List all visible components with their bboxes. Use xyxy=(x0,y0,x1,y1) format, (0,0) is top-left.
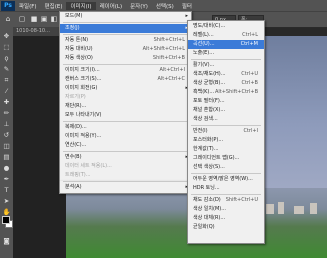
quick-mask-icon[interactable]: ◙ xyxy=(2,237,11,246)
history-brush-tool-icon[interactable]: ↺ xyxy=(2,131,11,140)
eyedropper-tool-icon[interactable]: ⁄ xyxy=(2,87,11,96)
submenu-item-threshold[interactable]: 한계값(T)... xyxy=(188,145,264,154)
menu-item-apply-image[interactable]: 이미지 적용(Y)... xyxy=(60,132,191,141)
menu-item-analysis[interactable]: 분석(A)▸ xyxy=(60,183,191,192)
gradient-tool-icon[interactable]: ▤ xyxy=(2,153,11,162)
image-menu-bottom: 분석(A)▸ xyxy=(59,181,192,194)
path-select-tool-icon[interactable]: ➤ xyxy=(2,197,11,206)
submenu-item-shadows-highlights[interactable]: 어두운 영역/밝은 영역(W)... xyxy=(188,175,264,184)
submenu-item-match-color[interactable]: 색상 일치(M)... xyxy=(188,205,264,214)
move-tool-icon[interactable]: ✥ xyxy=(2,32,11,41)
submenu-item-hdr-toning[interactable]: HDR 토닝... xyxy=(188,184,264,193)
submenu-item-selective-color[interactable]: 선택 색상(S)... xyxy=(188,163,264,172)
menu-item-trap[interactable]: 트래핑(T)... xyxy=(60,171,191,180)
submenu-item-color-lookup[interactable]: 색상 검색... xyxy=(188,115,264,124)
menu-item-image-size[interactable]: 이미지 크기(I)... Alt+Ctrl+I xyxy=(60,66,191,75)
adjustments-submenu: 명도/대비(C)... 레벨(L)... Ctrl+L 곡선(U)... Ctrl+… xyxy=(187,20,265,244)
eraser-tool-icon[interactable]: ◫ xyxy=(2,142,11,151)
submenu-item-color-balance[interactable]: 색상 균형(B)... Ctrl+B xyxy=(188,79,264,88)
type-tool-icon[interactable]: T xyxy=(2,186,11,195)
submenu-item-brightness-contrast[interactable]: 명도/대비(C)... xyxy=(188,22,264,31)
tools-panel: ✥ ⬚ ϙ ✎ ⌗ ⁄ ✚ ✏ ⊥ ↺ ◫ ▤ ● ✒ T ➤ ✋ ◙ xyxy=(0,27,13,258)
menu-item-crop[interactable]: 자르기(P) xyxy=(60,93,191,102)
submenu-item-gradient-map[interactable]: 그레이디언트 맵(G)... xyxy=(188,154,264,163)
menu-item-auto-contrast[interactable]: 자동 대비(U) Alt+Shift+Ctrl+L xyxy=(60,45,191,54)
menu-item-apply-data-set[interactable]: 데이터 세트 적용(L)... xyxy=(60,162,191,171)
submenu-item-exposure[interactable]: 노출(E)... xyxy=(188,49,264,58)
menu-item-auto-color[interactable]: 자동 색상(O) Shift+Ctrl+B xyxy=(60,54,191,63)
menu-item-auto-tone[interactable]: 자동 톤(N) Shift+Ctrl+L xyxy=(60,36,191,45)
blur-tool-icon[interactable]: ● xyxy=(2,164,11,173)
menu-item-trim[interactable]: 재단(R)... xyxy=(60,102,191,111)
foreground-color-swatch[interactable] xyxy=(2,216,10,224)
marquee-icon[interactable]: ▢ xyxy=(18,15,26,23)
submenu-item-desaturate[interactable]: 채도 감소(D) Shift+Ctrl+U xyxy=(188,196,264,205)
submenu-item-black-white[interactable]: 흑백(K)... Alt+Shift+Ctrl+B xyxy=(188,88,264,97)
menu-item-adjustments[interactable]: 조정(J)▸ xyxy=(60,24,191,33)
stamp-tool-icon[interactable]: ⊥ xyxy=(2,120,11,129)
menu-item-canvas-size[interactable]: 캔버스 크기(S)... Alt+Ctrl+C xyxy=(60,75,191,84)
brush-tool-icon[interactable]: ✏ xyxy=(2,109,11,118)
menu-file[interactable]: 파일(F) xyxy=(15,2,41,10)
menu-item-calculations[interactable]: 연산(C)... xyxy=(60,141,191,150)
menu-type[interactable]: 문자(Y) xyxy=(126,2,152,10)
submenu-item-invert[interactable]: 반전(I) Ctrl+I xyxy=(188,127,264,136)
photoshop-logo: Ps xyxy=(1,0,15,11)
menu-item-duplicate[interactable]: 복제(D)... xyxy=(60,123,191,132)
menu-item-image-rotation[interactable]: 이미지 회전(G)▸ xyxy=(60,84,191,93)
menu-edit[interactable]: 편집(E) xyxy=(41,2,67,10)
quick-select-tool-icon[interactable]: ✎ xyxy=(2,65,11,74)
pen-tool-icon[interactable]: ✒ xyxy=(2,175,11,184)
menu-select[interactable]: 선택(S) xyxy=(152,2,178,10)
menu-item-reveal-all[interactable]: 모두 나타내기(V) xyxy=(60,111,191,120)
submenu-item-vibrance[interactable]: 활기(V)... xyxy=(188,61,264,70)
submenu-item-equalize[interactable]: 균일화(Q) xyxy=(188,223,264,232)
submenu-item-photo-filter[interactable]: 포토 필터(F)... xyxy=(188,97,264,106)
submenu-item-replace-color[interactable]: 색상 대체(R)... xyxy=(188,214,264,223)
new-selection-icon[interactable]: ■ xyxy=(30,15,38,23)
lasso-tool-icon[interactable]: ϙ xyxy=(2,54,11,63)
menu-item-mode[interactable]: 모드(M) ▸ xyxy=(60,12,191,21)
subtract-selection-icon[interactable]: ◧ xyxy=(50,15,58,23)
menu-bar: Ps 파일(F) 편집(E) 이미지(I) 레이어(L) 문자(Y) 선택(S)… xyxy=(0,0,327,11)
submenu-item-levels[interactable]: 레벨(L)... Ctrl+L xyxy=(188,31,264,40)
add-selection-icon[interactable]: ▣ xyxy=(40,15,48,23)
home-icon[interactable]: ⌂ xyxy=(4,15,12,23)
menu-layer[interactable]: 레이어(L) xyxy=(96,2,127,10)
healing-tool-icon[interactable]: ✚ xyxy=(2,98,11,107)
submenu-item-curves[interactable]: 곡선(U)... Ctrl+M xyxy=(188,40,264,49)
menu-filter[interactable]: 필터 xyxy=(178,2,196,10)
menu-image[interactable]: 이미지(I) xyxy=(66,1,96,10)
submenu-item-hue-saturation[interactable]: 색조/채도(H)... Ctrl+U xyxy=(188,70,264,79)
menu-item-variables[interactable]: 변수(B)▸ xyxy=(60,153,191,162)
submenu-item-channel-mixer[interactable]: 채널 혼합(X)... xyxy=(188,106,264,115)
marquee-tool-icon[interactable]: ⬚ xyxy=(2,43,11,52)
crop-tool-icon[interactable]: ⌗ xyxy=(2,76,11,85)
image-menu: 모드(M)▸ 조정(J)▸ 자동 톤(N)Shift+Ctrl+L 자동 대비(… xyxy=(59,11,192,183)
submenu-item-posterize[interactable]: 포스터화(P)... xyxy=(188,136,264,145)
